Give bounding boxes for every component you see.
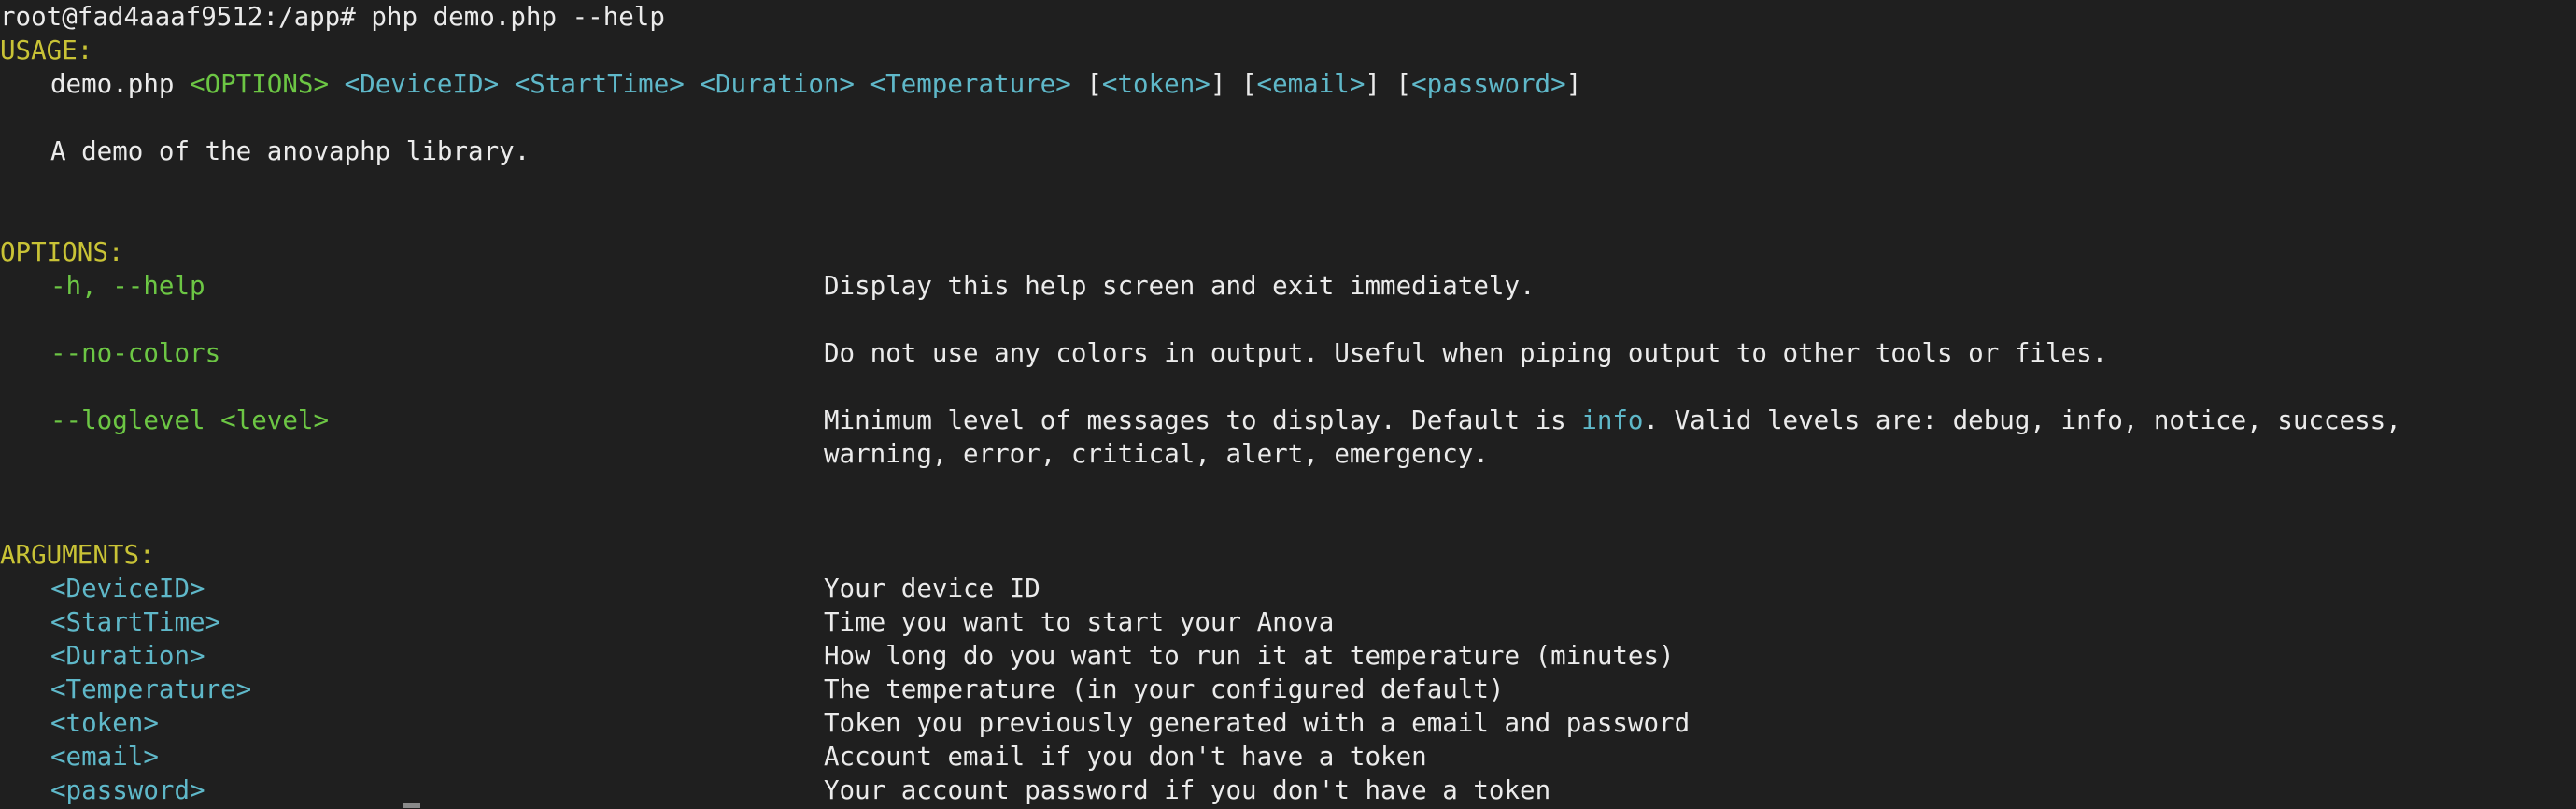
- option-description: Do not use any colors in output. Useful …: [824, 338, 2108, 368]
- argument-name: <Temperature>: [50, 674, 252, 704]
- arguments-heading: ARGUMENTS:: [0, 540, 155, 570]
- option-flag: -h, --help: [50, 271, 205, 301]
- argument-description: Your device ID: [824, 574, 1040, 603]
- option-default-value: info: [1581, 405, 1644, 435]
- argument-description: How long do you want to run it at temper…: [824, 641, 1675, 671]
- argument-description: Token you previously generated with a em…: [824, 708, 1691, 738]
- options-heading: OPTIONS:: [0, 237, 124, 267]
- option-description: Display this help screen and exit immedi…: [824, 271, 1536, 301]
- option-description-text: . Valid levels are: debug, info, notice,…: [1643, 405, 2401, 435]
- usage-script: demo.php: [50, 69, 175, 99]
- argument-description: Account email if you don't have a token: [824, 742, 1427, 772]
- argument-name: <DeviceID>: [50, 574, 205, 603]
- usage-optional-arg: <password>: [1411, 69, 1566, 99]
- argument-name: <token>: [50, 708, 159, 738]
- option-flag: --no-colors: [50, 338, 221, 368]
- usage-optional-arg: <email>: [1256, 69, 1366, 99]
- usage-arg: <Temperature>: [870, 69, 1071, 99]
- usage-heading: USAGE:: [0, 35, 93, 65]
- option-description-text: Minimum level of messages to display. De…: [824, 405, 1582, 435]
- usage-arg: <DeviceID>: [344, 69, 500, 99]
- option-flag: --loglevel <level>: [50, 405, 330, 435]
- argument-description: The temperature (in your configured defa…: [824, 674, 1505, 704]
- usage-options-placeholder: <OPTIONS>: [190, 69, 330, 99]
- shell-prompt-line: root@fad4aaaf9512:/app# php demo.php --h…: [0, 2, 665, 32]
- usage-line: demo.php <OPTIONS> <DeviceID> <StartTime…: [50, 69, 1582, 99]
- usage-arg: <StartTime>: [514, 69, 685, 99]
- option-description-continued: warning, error, critical, alert, emergen…: [824, 439, 1489, 469]
- usage-description: A demo of the anovaphp library.: [50, 136, 531, 166]
- usage-optional-arg: <token>: [1101, 69, 1210, 99]
- argument-name: <email>: [50, 742, 159, 772]
- option-description: Minimum level of messages to display. De…: [824, 404, 2401, 437]
- argument-name: <password>: [50, 775, 205, 805]
- usage-arg: <Duration>: [700, 69, 855, 99]
- argument-name: <StartTime>: [50, 607, 221, 637]
- terminal-cursor: [403, 803, 420, 808]
- argument-name: <Duration>: [50, 641, 205, 671]
- argument-description: Time you want to start your Anova: [824, 607, 1335, 637]
- argument-description: Your account password if you don't have …: [824, 775, 1551, 805]
